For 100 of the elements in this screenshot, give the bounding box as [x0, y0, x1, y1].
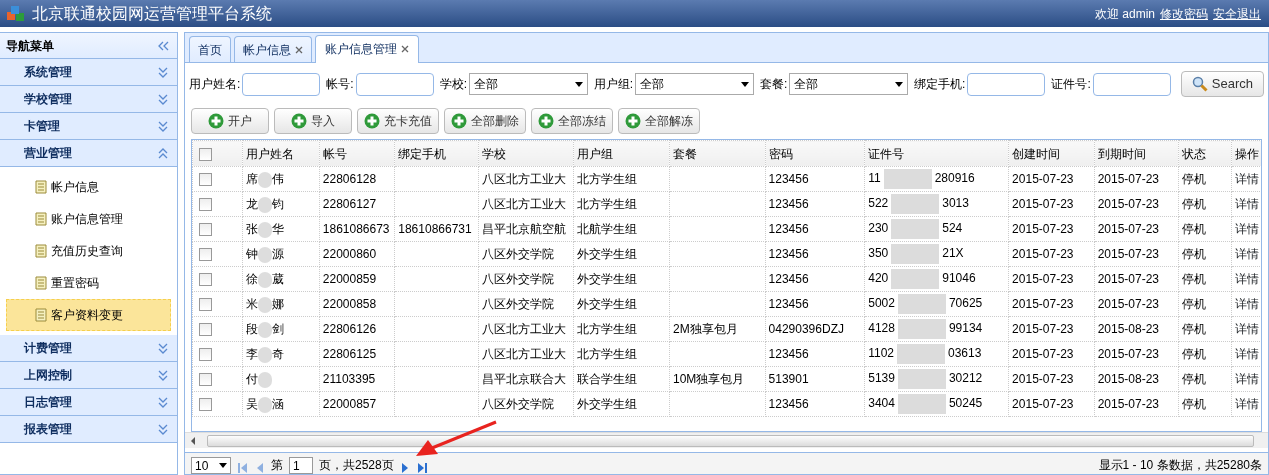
column-header[interactable]: 学校	[478, 140, 574, 167]
column-header[interactable]: 操作	[1231, 140, 1261, 167]
table-cell: 外交学生组	[577, 272, 638, 286]
checkbox[interactable]	[199, 298, 212, 312]
table-cell: 2015-07-23	[1097, 222, 1160, 236]
table-cell: 涵	[272, 397, 285, 411]
table-cell: 段	[246, 322, 259, 336]
masked-text	[897, 394, 946, 414]
masked-text	[891, 269, 940, 289]
column-header[interactable]: 状态	[1178, 140, 1231, 167]
column-header[interactable]: 创建时间	[1008, 140, 1095, 167]
masked-text	[258, 346, 273, 363]
dropdown[interactable]: 全部	[469, 73, 588, 95]
menu-group[interactable]: 营业管理	[0, 140, 177, 167]
menu-item[interactable]: 账户信息管理	[6, 203, 171, 235]
plus-icon	[538, 113, 554, 129]
menu-group[interactable]: 报表管理	[0, 416, 177, 443]
dropdown[interactable]: 全部	[635, 73, 754, 95]
column-header[interactable]: 证件号	[864, 140, 1009, 167]
action-button[interactable]: 导入	[274, 108, 352, 134]
table-cell: 22000859	[322, 272, 377, 286]
table-cell: 22806125	[322, 347, 377, 361]
page-input[interactable]: 1	[289, 457, 313, 474]
document-icon	[35, 244, 47, 258]
menu-group[interactable]: 学校管理	[0, 86, 177, 113]
checkbox[interactable]	[199, 173, 212, 187]
welcome-text: 欢迎 admin	[1094, 5, 1155, 23]
header-link[interactable]: 修改密码	[1160, 6, 1208, 21]
masked-text	[258, 296, 273, 313]
plus-icon	[291, 113, 307, 129]
expand-icon	[157, 423, 169, 435]
menu-item[interactable]: 重置密码	[6, 267, 171, 299]
column-header[interactable]: 绑定手机	[394, 140, 479, 167]
table-cell: 522	[868, 196, 889, 211]
table-cell: 4128	[868, 321, 895, 336]
masked-text	[258, 246, 273, 263]
tab[interactable]: 首页	[189, 36, 231, 62]
checkbox[interactable]	[199, 323, 212, 337]
checkbox[interactable]	[199, 248, 212, 262]
table-cell: 付	[246, 372, 259, 386]
table-cell: 停机	[1182, 222, 1207, 236]
table-cell: 123456	[768, 397, 809, 411]
header-link[interactable]: 安全退出	[1213, 6, 1261, 21]
input-field[interactable]	[242, 72, 321, 96]
expand-icon	[157, 66, 169, 78]
search-button[interactable]: Search	[1180, 71, 1264, 97]
action-button[interactable]: 全部解冻	[618, 108, 700, 134]
table-cell: 昌平北京航空航	[481, 222, 566, 236]
checkbox[interactable]	[199, 198, 212, 212]
column-header[interactable]: 帐号	[319, 140, 395, 167]
menu-group[interactable]: 上网控制	[0, 362, 177, 389]
input-field[interactable]	[1092, 72, 1171, 96]
field-label: 帐号:	[326, 76, 354, 93]
tab[interactable]: 账户信息管理	[315, 35, 419, 63]
masked-text	[897, 344, 945, 364]
table-cell: 21X	[942, 246, 964, 261]
table-cell: 联合学生组	[577, 372, 638, 386]
table-cell: 吴	[246, 397, 259, 411]
column-header[interactable]: 到期时间	[1094, 140, 1179, 167]
table-cell: 北方学生组	[577, 347, 638, 361]
action-button[interactable]: 全部冻结	[531, 108, 613, 134]
checkbox[interactable]	[199, 273, 212, 287]
menu-group[interactable]: 日志管理	[0, 389, 177, 416]
checkbox[interactable]	[199, 223, 212, 237]
column-header[interactable]: 套餐	[669, 140, 766, 167]
sidebar-title: 导航菜单	[6, 37, 54, 55]
input-field[interactable]	[967, 72, 1046, 96]
masked-text	[258, 221, 273, 238]
menu-item[interactable]: 客户资料变更	[6, 299, 171, 331]
column-header[interactable]: 用户组	[573, 140, 670, 167]
checkbox[interactable]	[199, 373, 212, 387]
checkbox[interactable]	[199, 147, 212, 161]
table-cell: 524	[942, 221, 963, 236]
menu-group[interactable]: 系统管理	[0, 59, 177, 86]
menu-item[interactable]: 充值历史查询	[6, 235, 171, 267]
action-button[interactable]: 全部删除	[444, 108, 526, 134]
page-label: 第	[271, 457, 283, 474]
menu-item[interactable]: 帐户信息	[6, 171, 171, 203]
column-header[interactable]: 密码	[765, 140, 865, 167]
dropdown[interactable]: 全部	[789, 73, 909, 95]
table-cell: 2015-08-23	[1097, 322, 1160, 336]
table-cell: 2015-07-23	[1012, 197, 1074, 211]
checkbox[interactable]	[199, 348, 212, 362]
table-cell: 八区北方工业大	[481, 172, 566, 186]
checkbox[interactable]	[199, 398, 212, 412]
table-cell: 03613	[948, 346, 982, 361]
horizontal-scrollbar[interactable]	[185, 432, 1268, 448]
action-button[interactable]: 开户	[191, 108, 269, 134]
table-cell: 2015-07-23	[1012, 272, 1074, 286]
table-cell: 420	[868, 271, 889, 286]
menu-group[interactable]: 卡管理	[0, 113, 177, 140]
table-cell: 华	[272, 222, 285, 236]
tab[interactable]: 帐户信息	[234, 36, 312, 62]
column-header[interactable]: 用户姓名	[242, 140, 320, 167]
menu-group[interactable]: 计费管理	[0, 335, 177, 362]
page-size-select[interactable]: 10	[191, 457, 231, 474]
action-button[interactable]: 充卡充值	[357, 108, 439, 134]
table-cell: 2015-07-23	[1012, 247, 1074, 261]
input-field[interactable]	[355, 72, 434, 96]
masked-text	[258, 371, 273, 388]
